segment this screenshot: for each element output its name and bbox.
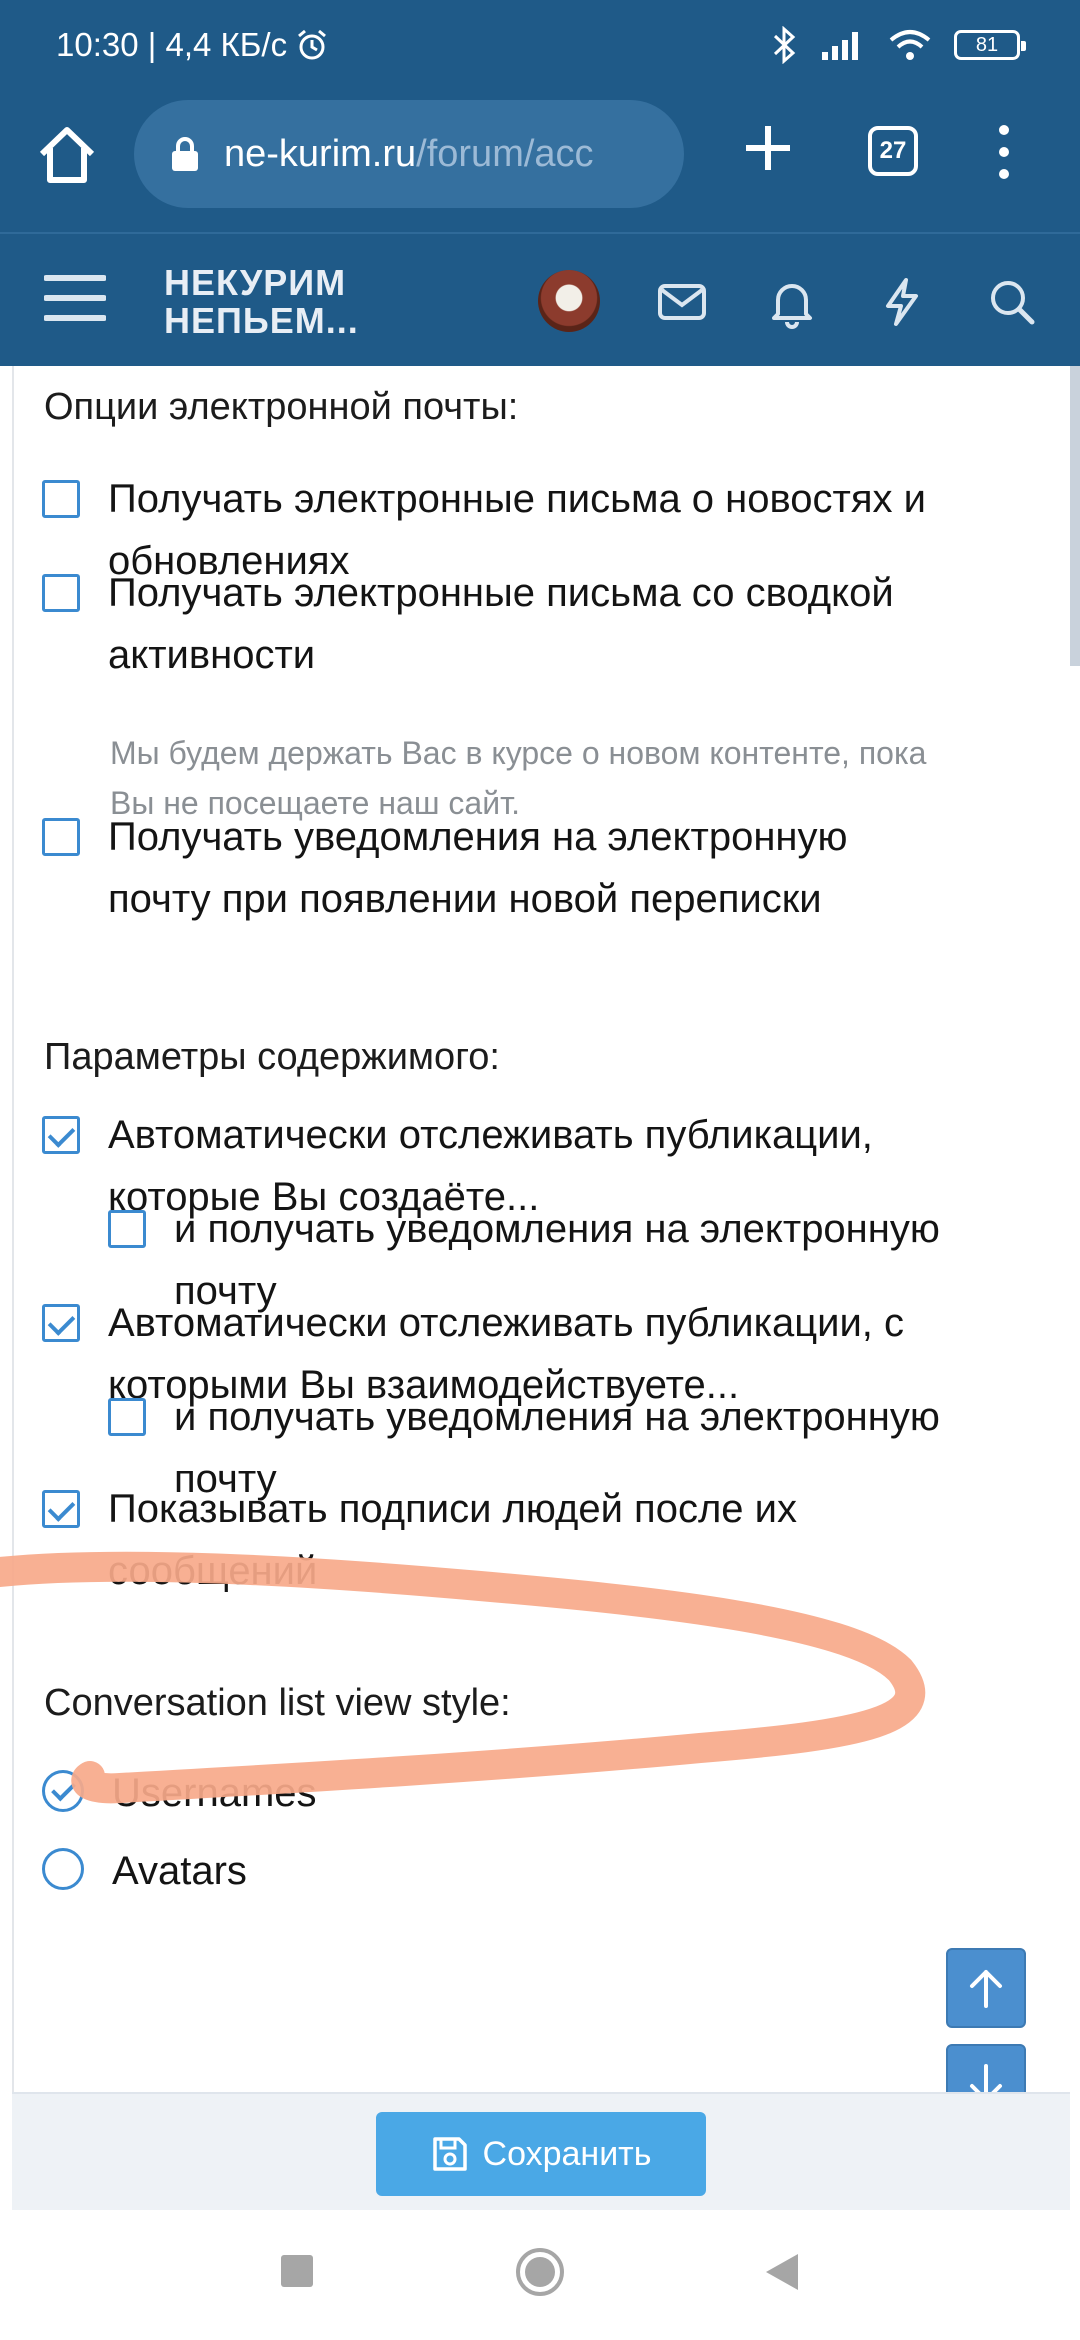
option-label: и получать уведомления на электронную (174, 1395, 940, 1439)
scrollbar-thumb[interactable] (1070, 366, 1080, 666)
bell-icon[interactable] (764, 274, 820, 330)
option-label: и получать уведомления на электронную (174, 1207, 940, 1251)
email-options-title: Опции электронной почты: (44, 386, 519, 428)
alarm-icon (298, 29, 327, 60)
checkbox[interactable] (108, 1398, 146, 1436)
signal-icon (822, 32, 858, 60)
radio-button-selected[interactable] (42, 1770, 84, 1812)
content-options-title: Параметры содержимого: (44, 1036, 500, 1078)
option-label: Получать электронные письма со сводкой (108, 571, 894, 615)
scroll-top-button[interactable] (946, 1948, 1026, 2028)
checkbox[interactable] (42, 480, 80, 518)
search-icon[interactable] (984, 274, 1040, 330)
user-avatar[interactable] (538, 270, 600, 332)
option-label: Автоматически отслеживать публикации, (108, 1113, 873, 1157)
status-bar: 10:30 | 4,4 КБ/с 81 (0, 0, 1080, 96)
option-label: активности (108, 633, 316, 677)
option-conversation-emails[interactable]: Получать уведомления на электронную почт… (42, 806, 848, 930)
option-label: Получать электронные письма о новостях и (108, 477, 926, 521)
option-label: Получать уведомления на электронную (108, 815, 848, 859)
checkbox[interactable] (108, 1210, 146, 1248)
mail-icon[interactable] (654, 274, 710, 330)
radio-usernames[interactable]: Usernames (42, 1762, 317, 1824)
more-menu-icon[interactable] (984, 120, 1024, 184)
radio-label: Avatars (112, 1849, 247, 1893)
browser-toolbar: ne-kurim.ru/forum/acc 27 (0, 96, 1080, 232)
battery-level: 81 (975, 33, 999, 56)
home-icon[interactable] (34, 122, 100, 188)
form-footer: Сохранить (12, 2092, 1070, 2210)
option-label: сообщений (108, 1549, 318, 1593)
hamburger-menu-icon[interactable] (44, 272, 106, 324)
option-label: Показывать подписи людей после их (108, 1487, 797, 1531)
checkbox[interactable] (42, 574, 80, 612)
site-header: НЕКУРИМ НЕПЬЕМ... (0, 232, 1080, 366)
recent-apps-icon[interactable] (280, 2254, 314, 2288)
save-button[interactable]: Сохранить (376, 2112, 706, 2196)
option-label: Автоматически отслеживать публикации, с (108, 1301, 905, 1345)
wifi-icon (889, 30, 931, 60)
arrow-up-icon (970, 1970, 1002, 2008)
checkbox-checked[interactable] (42, 1304, 80, 1342)
back-icon[interactable] (762, 2252, 800, 2292)
checkbox-checked[interactable] (42, 1116, 80, 1154)
conversation-style-title: Conversation list view style: (44, 1682, 511, 1724)
floppy-disk-icon (432, 2137, 467, 2171)
address-bar[interactable]: ne-kurim.ru/forum/acc (134, 100, 684, 208)
home-nav-icon[interactable] (514, 2246, 566, 2298)
logo-line-2: НЕПЬЕМ... (164, 300, 359, 341)
checkbox[interactable] (42, 818, 80, 856)
checkbox-checked[interactable] (42, 1490, 80, 1528)
url-path: /forum/acc (416, 132, 594, 175)
preferences-form: Опции электронной почты: Получать электр… (12, 366, 1070, 2092)
url-domain: ne-kurim.ru (224, 132, 417, 175)
save-button-label: Сохранить (482, 2134, 652, 2173)
radio-label: Usernames (112, 1771, 317, 1815)
battery-icon: 81 (954, 30, 1026, 60)
logo-line-1: НЕКУРИМ (164, 262, 347, 303)
option-show-signatures[interactable]: Показывать подписи людей после их сообще… (42, 1478, 797, 1602)
new-tab-icon[interactable] (740, 120, 796, 176)
radio-button[interactable] (42, 1848, 84, 1890)
system-nav-bar (0, 2210, 1080, 2340)
option-activity-summary[interactable]: Получать электронные письма со сводкой а… (42, 562, 894, 686)
lightning-icon[interactable] (874, 274, 930, 330)
radio-avatars[interactable]: Avatars (42, 1840, 247, 1902)
lock-icon (172, 137, 198, 171)
tab-count: 27 (879, 137, 907, 164)
status-time-speed: 10:30 | 4,4 КБ/с (56, 26, 288, 63)
bluetooth-icon (773, 26, 796, 64)
option-label: почту при появлении новой переписки (108, 877, 822, 921)
site-logo[interactable]: НЕКУРИМ НЕПЬЕМ... (164, 264, 359, 340)
tabs-button[interactable]: 27 (868, 126, 918, 176)
